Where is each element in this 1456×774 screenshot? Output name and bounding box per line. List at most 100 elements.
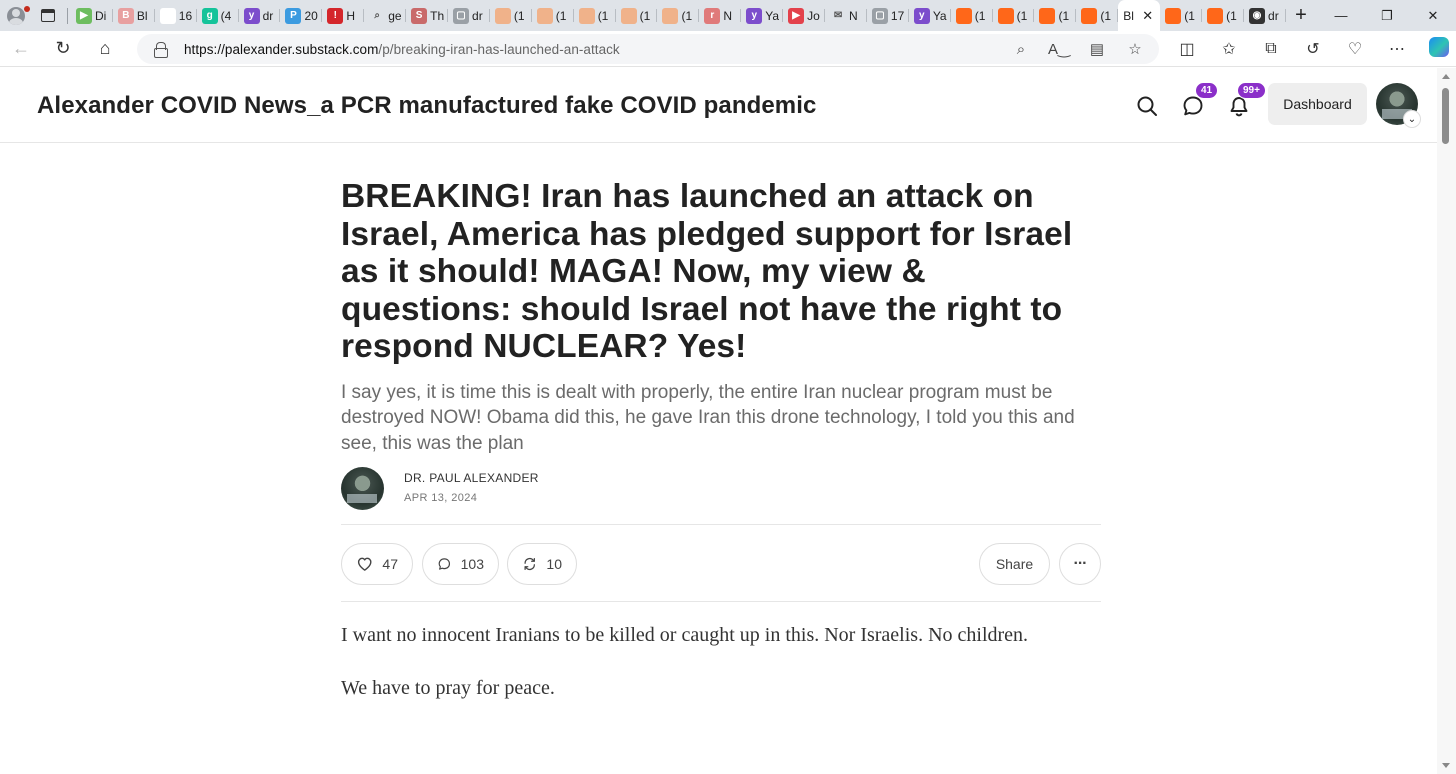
more-icon[interactable]: ⋯ — [1376, 39, 1418, 59]
restack-count: 10 — [546, 556, 562, 572]
comment-button[interactable]: 103 — [422, 543, 499, 585]
zoom-icon[interactable]: ⌕ — [1009, 41, 1033, 58]
browser-tab[interactable]: ▢ dr — [448, 0, 490, 31]
publication-title[interactable]: Alexander COVID News_a PCR manufactured … — [37, 92, 816, 120]
browser-tab[interactable]: y Ya — [741, 0, 784, 31]
browser-tab[interactable]: y Ya — [909, 0, 951, 31]
browser-tab[interactable]: y dr — [239, 0, 281, 31]
browser-tab[interactable]: (1 — [993, 0, 1035, 31]
tab-title: Bl — [136, 8, 148, 23]
address-bar-actions: ⌕ A‿ ▤ ☆ — [1009, 34, 1147, 64]
immersive-reader-icon[interactable]: ▤ — [1085, 40, 1109, 58]
tab-title: 20 — [304, 8, 318, 23]
browser-tab[interactable]: (1 — [616, 0, 658, 31]
tab-favicon-icon — [578, 7, 595, 24]
browser-tab[interactable]: ⌕ ge — [364, 0, 407, 31]
more-options-button[interactable]: ··· — [1059, 543, 1101, 585]
browser-tab[interactable]: ! H — [322, 0, 365, 31]
notification-badge: 99+ — [1237, 82, 1266, 99]
browser-tab[interactable]: P 20 — [280, 0, 323, 31]
tab-title: dr — [472, 8, 483, 23]
browser-tab[interactable]: (1 — [1160, 0, 1203, 31]
tab-favicon-icon — [494, 7, 511, 24]
tab-favicon-icon: ! — [327, 7, 344, 24]
browser-tab[interactable]: ▶ Di — [71, 0, 113, 31]
tab-title: 16 — [178, 8, 193, 23]
browser-tab[interactable]: (1 — [1202, 0, 1244, 31]
browser-tab[interactable]: ◉ dr — [1244, 0, 1286, 31]
star-icon[interactable]: ☆ — [1123, 40, 1147, 58]
browser-tab[interactable]: 16 — [155, 0, 197, 31]
tab-actions-icon[interactable] — [32, 0, 64, 31]
address-bar[interactable]: https://palexander.substack.com/p/breaki… — [137, 34, 1159, 64]
share-label: Share — [995, 556, 1034, 572]
tab-title: (1 — [1016, 8, 1028, 23]
lock-icon[interactable] — [153, 42, 168, 58]
author-name[interactable]: DR. PAUL ALEXANDER — [404, 471, 539, 485]
url-text[interactable]: https://palexander.substack.com/p/breaki… — [184, 42, 620, 57]
close-tab-icon[interactable]: ✕ — [1142, 8, 1153, 24]
tab-title: dr — [262, 8, 274, 23]
dashboard-button[interactable]: Dashboard — [1268, 83, 1367, 125]
browser-tab[interactable]: ✉ N — [825, 0, 867, 31]
history-icon[interactable]: ↺ — [1292, 39, 1334, 59]
copilot-icon[interactable] — [1418, 36, 1456, 62]
browser-tab[interactable]: g (4 — [197, 0, 239, 31]
browser-tab[interactable]: (1 — [1076, 0, 1119, 31]
browser-tab[interactable]: B Bl — [113, 0, 155, 31]
restore-button[interactable]: ❐ — [1364, 0, 1410, 31]
split-screen-icon[interactable]: ◫ — [1166, 39, 1208, 59]
tab-separator — [67, 7, 68, 24]
minimize-button[interactable]: — — [1318, 0, 1364, 31]
browser-tab[interactable]: (1 — [532, 0, 574, 31]
browser-tab[interactable]: (1 — [490, 0, 532, 31]
tab-favicon-icon: y — [243, 7, 260, 24]
tab-title: N — [849, 8, 858, 23]
browser-tab[interactable]: (1 — [951, 0, 993, 31]
post-subtitle: I say yes, it is time this is dealt with… — [341, 381, 1075, 454]
collections-icon[interactable]: ⧉ — [1250, 40, 1292, 58]
share-button[interactable]: Share — [979, 543, 1050, 585]
tab-favicon-icon — [620, 7, 637, 24]
chevron-down-icon[interactable]: ⌄ — [1403, 110, 1421, 128]
browser-tab[interactable]: ▶ Jo — [783, 0, 825, 31]
window-controls: — ❐ ✕ — [1318, 0, 1456, 31]
tab-favicon-icon — [997, 7, 1014, 24]
scroll-down-icon[interactable] — [1442, 763, 1450, 768]
restack-button[interactable]: 10 — [507, 543, 577, 585]
scrollbar-thumb[interactable] — [1442, 88, 1449, 144]
tab-title: (1 — [555, 8, 567, 23]
close-window-button[interactable]: ✕ — [1410, 0, 1456, 31]
tab-title: (1 — [513, 8, 525, 23]
home-icon[interactable]: ⌂ — [84, 31, 126, 67]
chat-icon[interactable]: 41 — [1177, 82, 1219, 122]
heart-pulse-icon[interactable]: ♡ — [1334, 39, 1376, 59]
like-button[interactable]: 47 — [341, 543, 413, 585]
refresh-icon[interactable]: ↻ — [42, 31, 84, 67]
author-avatar[interactable] — [341, 467, 384, 510]
tab-favicon-icon: r — [704, 7, 721, 24]
browser-tab[interactable]: ▢ 17 — [867, 0, 909, 31]
scroll-up-icon[interactable] — [1442, 74, 1450, 79]
bell-icon[interactable]: 99+ — [1223, 82, 1266, 122]
browser-tab[interactable]: (1 — [657, 0, 700, 31]
tab-active[interactable]: Bl ✕ — [1118, 0, 1161, 31]
url-host: https://palexander.substack.com — [184, 41, 379, 57]
body-paragraph: We have to pray for peace. — [341, 677, 555, 699]
favorites-icon[interactable]: ✩ — [1208, 39, 1250, 59]
tab-title: dr — [1268, 8, 1279, 23]
page-scrollbar[interactable] — [1437, 68, 1456, 774]
tab-title: (1 — [974, 8, 986, 23]
tab-title: Ya — [765, 8, 780, 23]
read-aloud-icon[interactable]: A‿ — [1047, 40, 1071, 58]
browser-toolbar: ← ↻ ⌂ https://palexander.substack.com/p/… — [0, 31, 1456, 67]
browser-tab[interactable]: rN — [699, 0, 742, 31]
browser-tab[interactable]: (1 — [1034, 0, 1077, 31]
tab-title: (4 — [220, 8, 232, 23]
new-tab-button[interactable]: + — [1286, 0, 1316, 31]
profile-icon[interactable] — [0, 0, 32, 31]
browser-tab[interactable]: (1 — [574, 0, 616, 31]
search-icon[interactable] — [1131, 90, 1163, 122]
back-arrow-icon[interactable]: ← — [0, 31, 42, 67]
browser-tab[interactable]: S Th — [406, 0, 448, 31]
